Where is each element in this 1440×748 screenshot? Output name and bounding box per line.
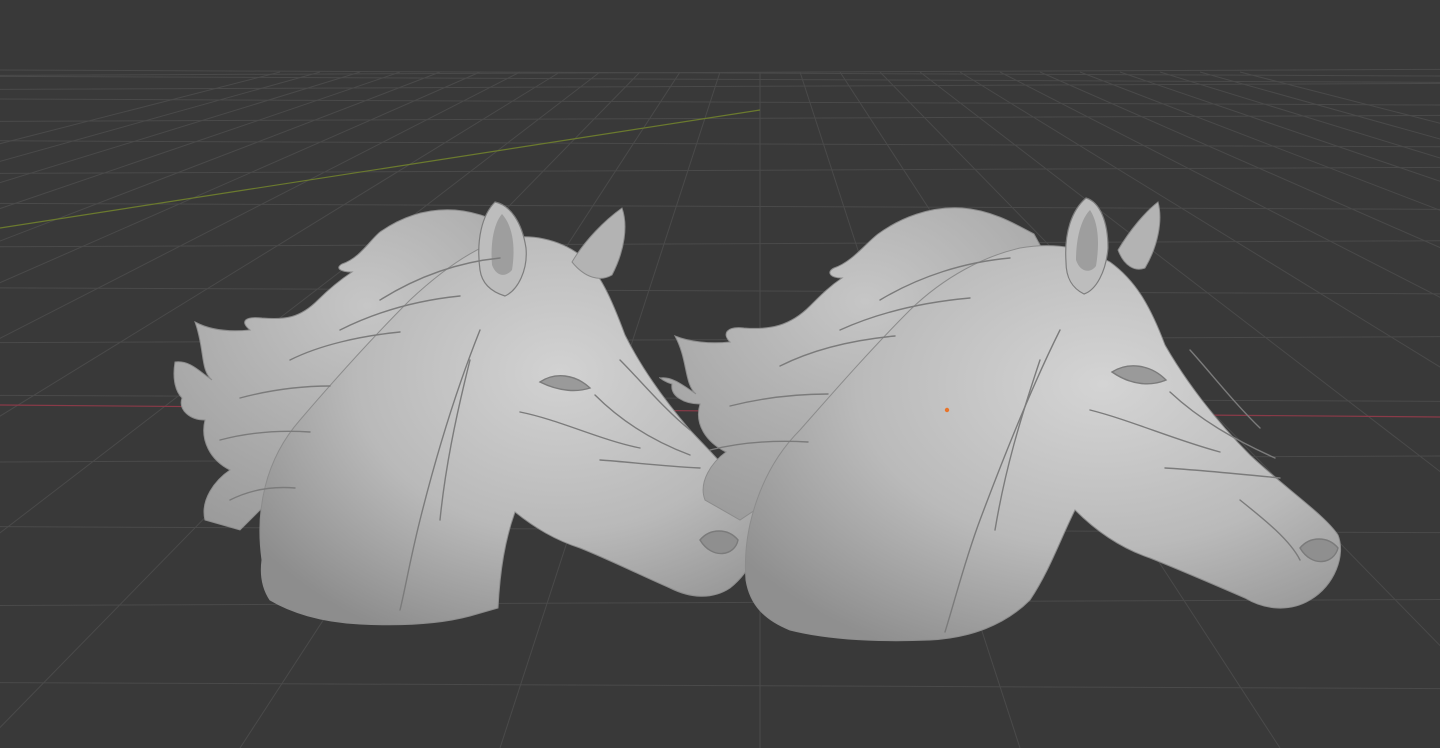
3d-viewport[interactable] bbox=[0, 0, 1440, 748]
object-origin-marker[interactable] bbox=[944, 407, 950, 413]
viewport-canvas[interactable] bbox=[0, 0, 1440, 748]
